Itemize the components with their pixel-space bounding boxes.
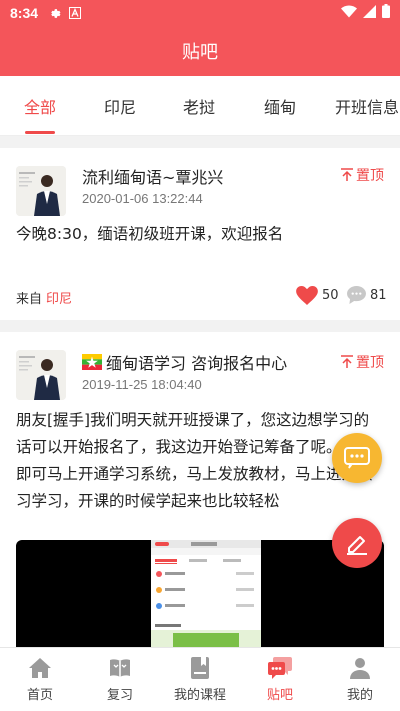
page-title: 贴吧: [182, 42, 218, 63]
chat-fab-button[interactable]: [332, 433, 382, 483]
post-video-thumbnail[interactable]: [16, 540, 384, 650]
post-author-name: 缅甸语学习 咨询报名中心: [106, 354, 288, 373]
avatar[interactable]: [16, 350, 66, 400]
notification-a-icon: [69, 7, 82, 19]
source-category-link[interactable]: 印尼: [46, 292, 72, 307]
nav-label: 首页: [26, 688, 53, 703]
pin-label: 置顶: [356, 168, 384, 184]
tab-all[interactable]: 全部: [12, 76, 68, 136]
status-bar: 8:34: [0, 0, 400, 26]
tab-label: 印尼: [103, 98, 136, 117]
pin-icon: [341, 168, 353, 181]
tab-indonesia[interactable]: 印尼: [92, 76, 148, 136]
post-date: 2020-01-06 13:22:44: [82, 191, 203, 206]
tab-myanmar[interactable]: 缅甸: [252, 76, 308, 136]
nav-item-review[interactable]: 复习: [80, 648, 160, 711]
tab-label: 缅甸: [263, 98, 296, 117]
bottom-nav: 首页 复习 我的课程 贴吧 我的: [0, 647, 400, 711]
post-card[interactable]: 缅甸语学习 咨询报名中心 2019-11-25 18:04:40 置顶 朋友[握…: [0, 332, 400, 650]
like-count: 50: [322, 288, 339, 303]
post-author[interactable]: 缅甸语学习 咨询报名中心: [82, 350, 287, 374]
app-header: 贴吧: [0, 26, 400, 76]
battery-icon: [382, 4, 390, 22]
nav-item-my-courses[interactable]: 我的课程: [160, 648, 240, 711]
book-open-icon: [110, 659, 130, 677]
comment-icon: [347, 286, 366, 304]
pin-button[interactable]: 置顶: [341, 165, 384, 185]
video-preview-image: [151, 540, 261, 650]
pin-button[interactable]: 置顶: [341, 352, 384, 372]
course-book-icon: [191, 657, 209, 679]
post-author[interactable]: 流利缅甸语~覃兆兴: [82, 164, 223, 188]
heart-icon: [296, 286, 318, 305]
post-card[interactable]: 流利缅甸语~覃兆兴 2020-01-06 13:22:44 置顶 今晚8:30，…: [0, 148, 400, 320]
nav-item-me[interactable]: 我的: [320, 648, 400, 711]
nav-label: 复习: [106, 688, 133, 703]
pin-icon: [341, 355, 353, 368]
message-icon: [344, 447, 370, 469]
settings-gear-icon: [48, 7, 61, 20]
nav-item-home[interactable]: 首页: [0, 648, 80, 711]
post-content: 今晚8:30，缅语初级班开课，欢迎报名: [16, 225, 284, 243]
avatar[interactable]: [16, 166, 66, 216]
like-button[interactable]: 50: [296, 286, 339, 305]
edit-pencil-icon: [347, 536, 367, 555]
wifi-icon: [341, 4, 357, 22]
tab-label: 开班信息: [334, 98, 399, 117]
chat-bubble-icon: [268, 657, 292, 679]
tab-laos[interactable]: 老挝: [171, 76, 227, 136]
new-post-fab-button[interactable]: [332, 518, 382, 568]
home-icon: [29, 658, 51, 678]
nav-item-forum[interactable]: 贴吧: [240, 648, 320, 711]
tab-class-info[interactable]: 开班信息: [330, 76, 400, 136]
nav-label: 我的: [346, 688, 373, 703]
status-time: 8:34: [10, 5, 39, 21]
nav-label: 我的课程: [173, 688, 226, 703]
comment-button[interactable]: 81: [347, 286, 387, 304]
nav-label: 贴吧: [266, 688, 293, 703]
tab-label: 全部: [23, 98, 56, 117]
person-icon: [350, 658, 370, 679]
active-tab-indicator: [25, 131, 55, 134]
comment-count: 81: [370, 287, 387, 303]
post-date: 2019-11-25 18:04:40: [82, 377, 202, 392]
myanmar-flag-icon: [82, 354, 102, 370]
source-label: 来自: [16, 292, 43, 307]
post-content: 朋友[握手]我们明天就开班授课了，您这边想学习的话可以开始报名了，我这边开始登记…: [16, 411, 373, 510]
signal-icon: [363, 4, 376, 22]
tab-label: 老挝: [182, 98, 215, 117]
post-source: 来自 印尼: [16, 288, 72, 307]
category-tabs: 全部 印尼 老挝 缅甸 开班信息: [0, 76, 400, 136]
pin-label: 置顶: [356, 355, 384, 371]
